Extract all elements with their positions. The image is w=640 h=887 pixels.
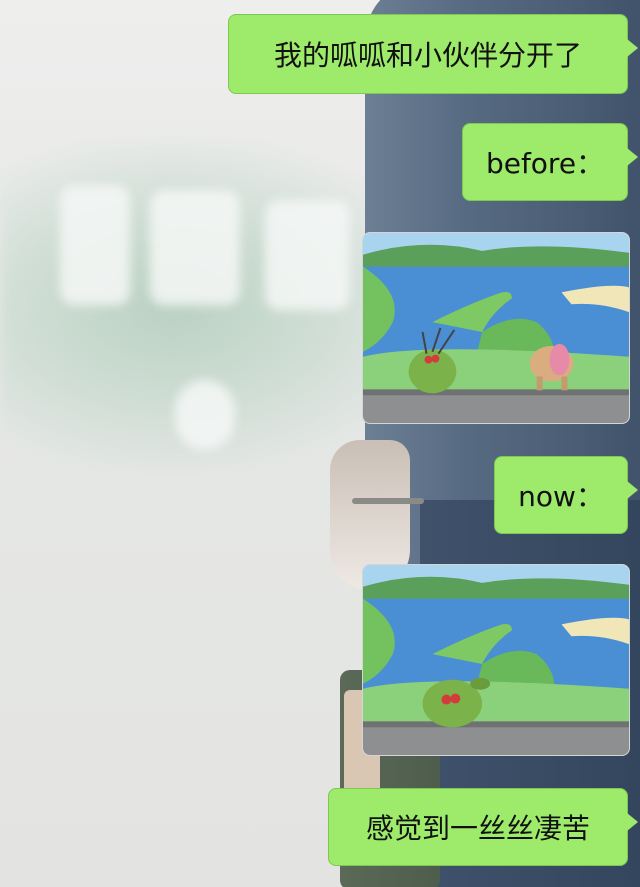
message-bubble-2[interactable]: before： (462, 123, 638, 201)
chat-message-list: 我的呱呱和小伙伴分开了 before： now： 感觉到一丝丝凄苦 (0, 0, 640, 887)
message-bubble-1[interactable]: 我的呱呱和小伙伴分开了 (228, 14, 638, 94)
frog-alone-looking-at-sea-icon (363, 565, 629, 755)
message-text: now： (518, 480, 604, 513)
frog-and-friend-looking-at-sea-icon (363, 233, 629, 423)
message-text: 我的呱呱和小伙伴分开了 (273, 39, 582, 72)
message-text: before： (485, 147, 605, 180)
message-image-before[interactable] (362, 232, 630, 424)
message-image-now[interactable] (362, 564, 630, 756)
message-text: 感觉到一丝丝凄苦 (365, 812, 590, 845)
message-bubble-4[interactable]: 感觉到一丝丝凄苦 (328, 788, 638, 866)
message-bubble-3[interactable]: now： (494, 456, 638, 534)
